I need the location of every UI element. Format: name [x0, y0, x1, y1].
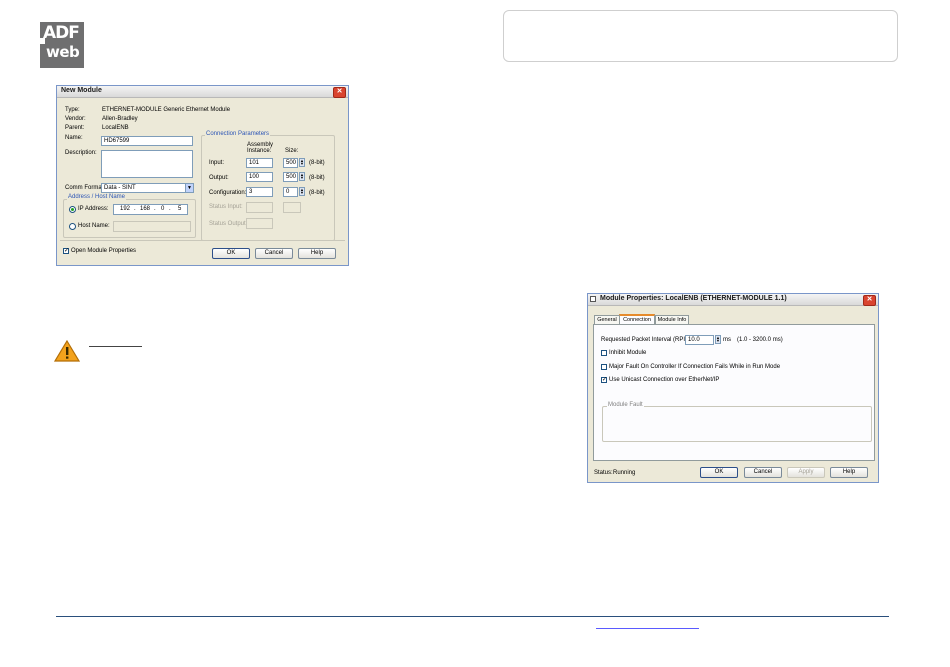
output-size-field[interactable]: 500 [283, 172, 298, 182]
instance-header: Instance: [247, 148, 272, 154]
status-input-size-field[interactable] [283, 202, 301, 213]
config-instance-field[interactable]: 3 [246, 187, 273, 197]
ip-octet-1: 192 [120, 206, 131, 212]
rpi-range: (1.0 - 3200.0 ms) [737, 337, 783, 343]
host-name-label: Host Name: [78, 223, 110, 229]
footer-divider [56, 616, 889, 617]
close-icon[interactable]: ✕ [333, 87, 346, 98]
ip-address-radio[interactable] [69, 206, 76, 213]
cancel-button[interactable]: Cancel [255, 248, 293, 259]
module-fault-title: Module Fault [607, 402, 644, 408]
dialog-title: New Module [61, 87, 102, 94]
ip-octet-3: 0 [161, 206, 165, 212]
rpi-input[interactable]: 10.0 [685, 335, 714, 345]
dialog-title: Module Properties: LocalENB (ETHERNET-MO… [600, 295, 787, 302]
tab-connection[interactable]: Connection [619, 314, 655, 324]
connection-tab-panel: Requested Packet Interval (RPI): 10.0 ▲ ▼… [593, 324, 875, 461]
open-module-properties-label: Open Module Properties [71, 248, 137, 254]
divider [60, 240, 345, 241]
apply-button[interactable]: Apply [787, 467, 825, 478]
ip-address-label: IP Address: [78, 206, 109, 212]
status-value: Running [613, 470, 636, 476]
name-label: Name: [65, 135, 83, 141]
config-size-field[interactable]: 0 [283, 187, 298, 197]
ip-octet-4: 5 [178, 206, 182, 212]
header-box [503, 10, 898, 62]
parent-label: Parent: [65, 125, 85, 131]
major-fault-label: Major Fault On Controller If Connection … [609, 364, 781, 370]
comm-format-value: Data - SINT [104, 185, 136, 191]
output-unit: (8-bit) [309, 175, 325, 181]
module-fault-group [602, 406, 872, 442]
input-unit: (8-bit) [309, 160, 325, 166]
size-header: Size: [285, 148, 299, 154]
warning-underline [89, 346, 142, 347]
unicast-checkbox[interactable]: ✓ [601, 377, 607, 383]
comm-format-select[interactable]: Data - SINT ▼ [101, 183, 194, 193]
status-output-label: Status Output: [209, 221, 248, 227]
config-size-spinner[interactable]: ▲ ▼ [299, 187, 305, 196]
vendor-label: Vendor: [65, 116, 86, 122]
description-textarea[interactable] [101, 150, 193, 178]
address-group-title: Address / Host Name [67, 194, 127, 200]
input-label: Input: [209, 160, 225, 166]
new-module-dialog: New Module ✕ Type: ETHERNET-MODULE Gener… [56, 85, 349, 266]
inhibit-module-checkbox[interactable] [601, 350, 607, 356]
module-properties-dialog: Module Properties: LocalENB (ETHERNET-MO… [587, 293, 879, 483]
name-input[interactable]: HD67599 [101, 136, 193, 146]
window-icon [590, 296, 596, 302]
help-button[interactable]: Help [298, 248, 336, 259]
warning-icon [54, 340, 80, 362]
host-name-input[interactable] [113, 221, 191, 232]
dialog-titlebar: Module Properties: LocalENB (ETHERNET-MO… [588, 294, 878, 306]
input-instance-field[interactable]: 101 [246, 158, 273, 168]
adfweb-logo: ADF web [40, 22, 84, 68]
help-button[interactable]: Help [830, 467, 868, 478]
ip-address-input[interactable]: 192 . 168 . 0 . 5 [113, 204, 188, 215]
type-label: Type: [65, 107, 80, 113]
description-label: Description: [65, 150, 97, 156]
host-name-radio[interactable] [69, 223, 76, 230]
rpi-label: Requested Packet Interval (RPI): [601, 337, 689, 343]
status-label: Status: [594, 470, 613, 476]
input-size-field[interactable]: 500 [283, 158, 298, 168]
cancel-button[interactable]: Cancel [744, 467, 782, 478]
open-module-properties-checkbox[interactable]: ✓ [63, 248, 69, 254]
inhibit-module-label: Inhibit Module [609, 350, 647, 356]
config-unit: (8-bit) [309, 190, 325, 196]
dialog-titlebar: New Module ✕ [57, 86, 348, 98]
type-value: ETHERNET-MODULE Generic Ethernet Module [102, 107, 231, 113]
unicast-label: Use Unicast Connection over EtherNet/IP [609, 377, 720, 383]
tab-general[interactable]: General [594, 315, 620, 324]
chevron-down-icon[interactable]: ▼ [185, 184, 193, 192]
configuration-label: Configuration: [209, 190, 247, 196]
input-size-spinner[interactable]: ▲ ▼ [299, 158, 305, 167]
status-input-label: Status Input: [209, 204, 243, 210]
output-instance-field[interactable]: 100 [246, 172, 273, 182]
ok-button[interactable]: OK [212, 248, 250, 259]
major-fault-checkbox[interactable] [601, 364, 607, 370]
status-input-field[interactable] [246, 202, 273, 213]
ip-octet-2: 168 [140, 206, 151, 212]
connection-parameters-title: Connection Parameters [205, 131, 271, 137]
close-icon[interactable]: ✕ [863, 295, 876, 306]
tab-module-info[interactable]: Module Info [655, 315, 689, 324]
comm-format-label: Comm Format: [65, 185, 106, 191]
vendor-value: Allen-Bradley [102, 116, 138, 122]
footer-link[interactable] [596, 628, 699, 629]
output-size-spinner[interactable]: ▲ ▼ [299, 172, 305, 181]
output-label: Output: [209, 175, 229, 181]
ok-button[interactable]: OK [700, 467, 738, 478]
rpi-spinner[interactable]: ▲ ▼ [715, 335, 721, 344]
parent-value: LocalENB [102, 125, 129, 131]
rpi-unit: ms [723, 337, 731, 343]
status-output-field[interactable] [246, 218, 273, 229]
